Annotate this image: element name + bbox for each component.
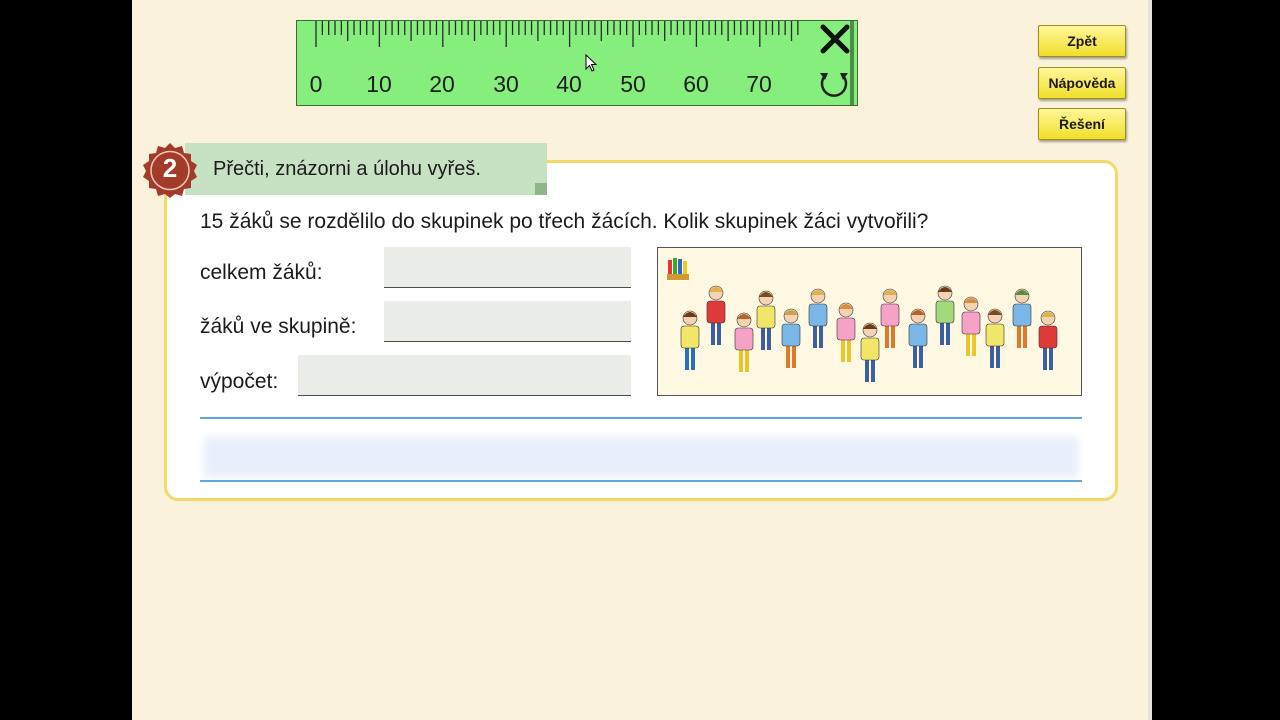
student-figure (756, 290, 776, 350)
student-figure (860, 322, 880, 382)
label-group: žáků ve skupině: (200, 315, 357, 338)
ruler-edge (850, 21, 854, 105)
close-icon[interactable] (815, 21, 855, 57)
ruler-number: 10 (366, 71, 392, 97)
right-edge (1148, 0, 1152, 720)
ruler-number: 30 (493, 71, 519, 97)
student-figure (734, 312, 754, 372)
rotate-icon[interactable] (815, 67, 853, 103)
task-question: 15 žáků se rozdělilo do skupinek po třec… (200, 210, 929, 233)
answer-line-bottom (200, 480, 1082, 482)
ruler-number: 70 (746, 71, 772, 97)
answer-input[interactable] (204, 437, 1078, 477)
student-figure (935, 285, 955, 345)
student-figure (781, 308, 801, 368)
student-figure (985, 308, 1005, 368)
student-figure (880, 288, 900, 348)
task-number: 2 (162, 153, 178, 183)
ruler-number: 0 (309, 71, 323, 97)
student-figure (706, 285, 726, 345)
ruler-number: 50 (620, 71, 646, 97)
ruler-tool[interactable]: 0 10 20 30 40 50 60 70 (296, 20, 858, 106)
ruler-number: 40 (556, 71, 582, 97)
task-instruction: Přečti, znázorni a úlohu vyřeš. (213, 158, 481, 180)
student-figure (808, 288, 828, 348)
help-button[interactable]: Nápověda (1038, 67, 1126, 99)
crayons-icon (667, 258, 689, 280)
back-button[interactable]: Zpět (1038, 25, 1126, 57)
ruler-number: 60 (683, 71, 709, 97)
label-total: celkem žáků: (200, 261, 323, 284)
student-figure (961, 296, 981, 356)
student-figure (1038, 310, 1058, 370)
student-figure (836, 302, 856, 362)
label-calc: výpočet: (200, 370, 279, 393)
student-figure (1012, 288, 1032, 348)
ruler-number: 20 (429, 71, 455, 97)
students-illustration (657, 247, 1082, 396)
answer-line-top (200, 417, 1082, 419)
student-figure (680, 310, 700, 370)
students-per-group-input[interactable] (384, 301, 631, 342)
student-figure (908, 308, 928, 368)
mouse-cursor-icon (585, 54, 598, 72)
calculation-input[interactable] (298, 355, 631, 396)
solution-button[interactable]: Řešení (1038, 108, 1126, 140)
students-drawing (667, 258, 1058, 382)
total-students-input[interactable] (384, 247, 631, 288)
